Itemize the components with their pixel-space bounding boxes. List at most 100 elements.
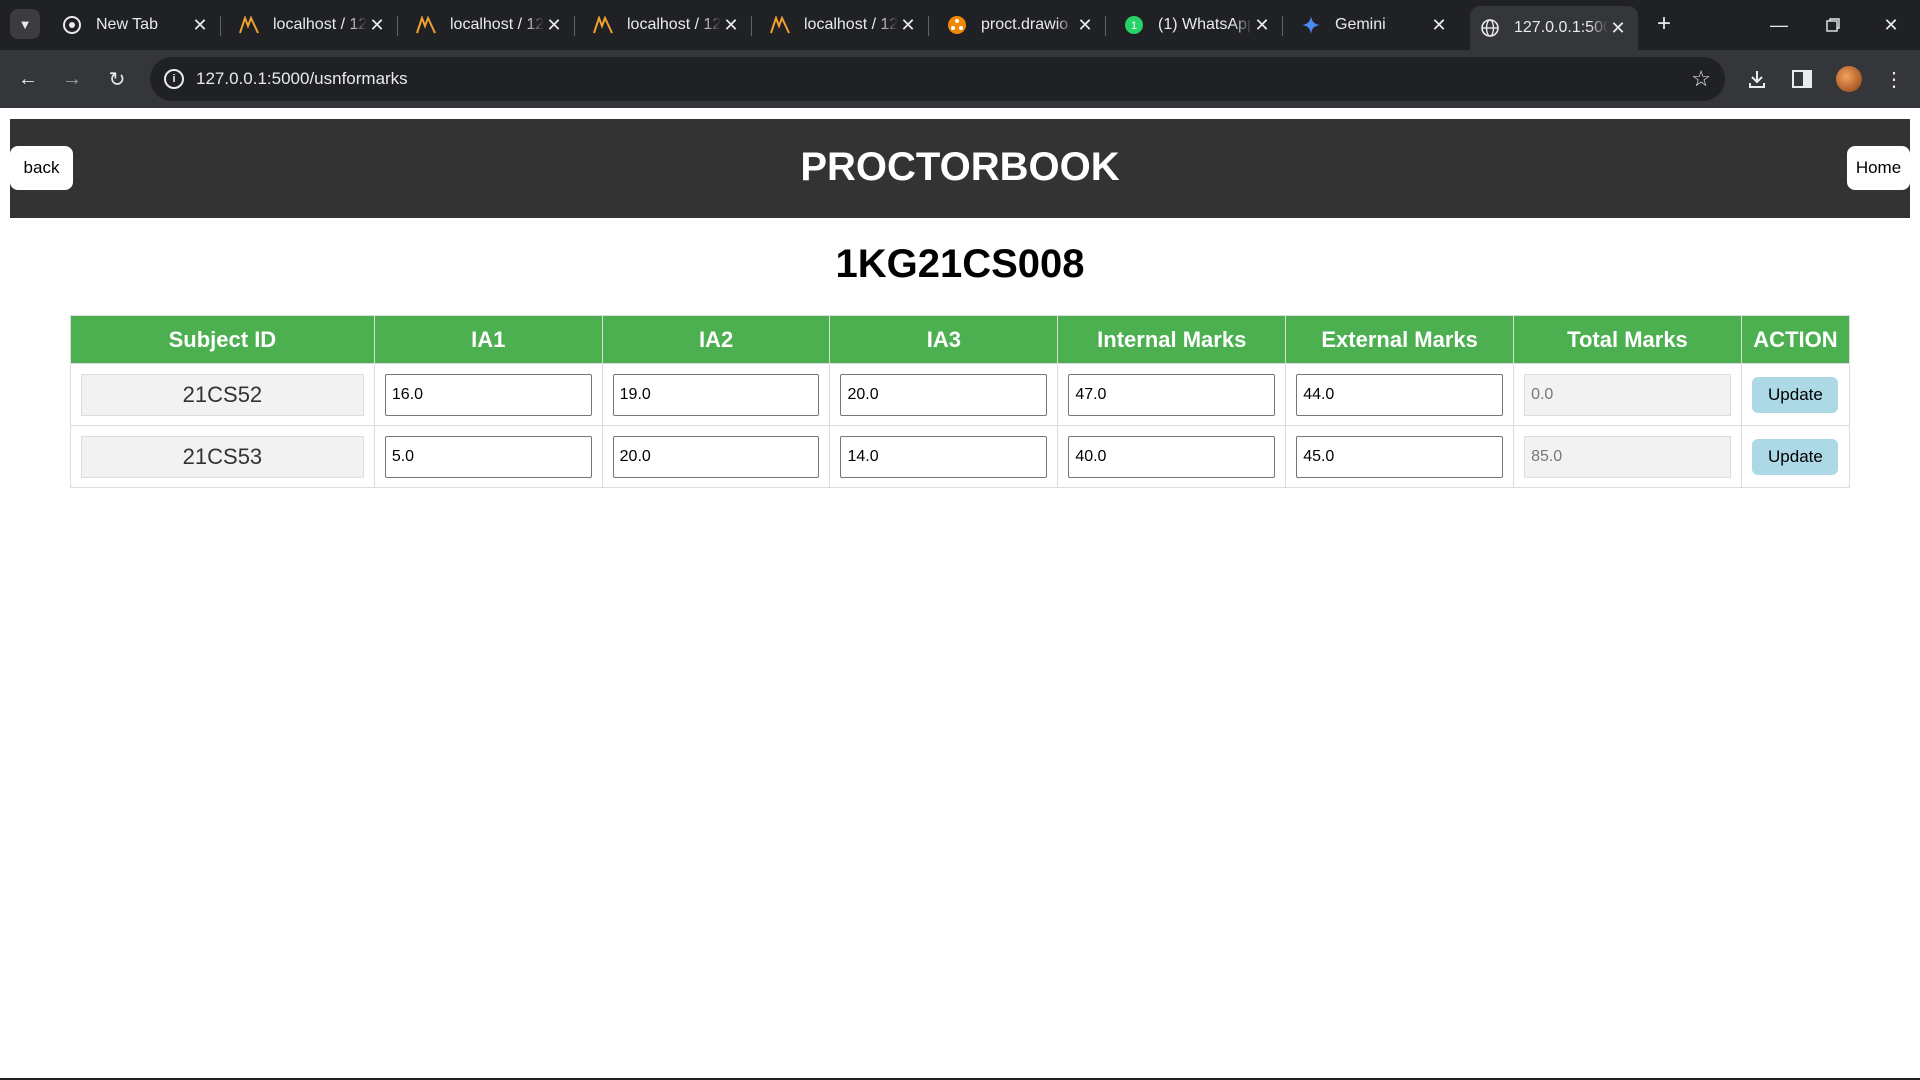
total-marks-field bbox=[1524, 435, 1731, 478]
close-tab-icon[interactable]: ✕ bbox=[1608, 18, 1628, 39]
update-button[interactable]: Update bbox=[1752, 438, 1839, 475]
tab-strip: ▼ New Tab ✕ localhost / 12 ✕ localhost /… bbox=[0, 0, 1920, 50]
tab-drawio[interactable]: proct.drawio ✕ bbox=[937, 8, 1106, 42]
restore-icon[interactable] bbox=[1810, 8, 1856, 42]
cell-ia3 bbox=[829, 425, 1059, 488]
minimize-icon[interactable]: — bbox=[1756, 8, 1802, 42]
tab-gemini[interactable]: Gemini ✕ bbox=[1291, 8, 1459, 42]
tab-title: 127.0.0.1:5000 bbox=[1514, 19, 1608, 36]
cell-external bbox=[1285, 363, 1515, 426]
column-header-external-marks: External Marks bbox=[1285, 315, 1515, 364]
tab-title: localhost / 12 bbox=[450, 16, 544, 33]
chrome-icon bbox=[62, 15, 82, 35]
close-tab-icon[interactable]: ✕ bbox=[1429, 15, 1449, 36]
cell-total bbox=[1513, 363, 1742, 426]
tab-title: Gemini bbox=[1335, 16, 1386, 33]
tab-localhost-3[interactable]: localhost / 12 ✕ bbox=[583, 8, 752, 42]
tab-search-button[interactable]: ▼ bbox=[10, 9, 40, 39]
table-header-row: Subject ID IA1 IA2 IA3 Internal Marks Ex… bbox=[70, 315, 1851, 364]
browser-toolbar: ← → ↻ i 127.0.0.1:5000/usnformarks ☆ ⋮ bbox=[0, 50, 1920, 108]
external-marks-input[interactable] bbox=[1296, 435, 1504, 478]
cell-internal bbox=[1057, 363, 1287, 426]
cell-action: Update bbox=[1740, 425, 1851, 488]
cell-action: Update bbox=[1740, 363, 1851, 426]
subject-id-field: 21CS52 bbox=[81, 373, 364, 416]
close-tab-icon[interactable]: ✕ bbox=[190, 15, 210, 36]
close-tab-icon[interactable]: ✕ bbox=[1075, 15, 1095, 36]
svg-text:1: 1 bbox=[1131, 20, 1137, 32]
cell-ia2 bbox=[601, 363, 831, 426]
phpmyadmin-icon bbox=[593, 15, 613, 35]
side-panel-icon[interactable] bbox=[1788, 65, 1816, 93]
marks-table: Subject ID IA1 IA2 IA3 Internal Marks Ex… bbox=[70, 315, 1851, 488]
cell-ia3 bbox=[829, 363, 1059, 426]
tab-title: localhost / 12 bbox=[627, 16, 721, 33]
close-window-icon[interactable]: ✕ bbox=[1868, 8, 1914, 42]
column-header-total-marks: Total Marks bbox=[1513, 315, 1742, 364]
drawio-icon bbox=[947, 15, 967, 35]
phpmyadmin-icon bbox=[416, 15, 436, 35]
site-info-icon[interactable]: i bbox=[164, 69, 184, 89]
tab-title: localhost / 12 bbox=[273, 16, 367, 33]
cell-external bbox=[1285, 425, 1515, 488]
table-row: 21CS53 Update bbox=[70, 425, 1851, 488]
ia2-input[interactable] bbox=[612, 373, 820, 416]
profile-avatar[interactable] bbox=[1836, 66, 1862, 92]
close-tab-icon[interactable]: ✕ bbox=[544, 15, 564, 36]
close-tab-icon[interactable]: ✕ bbox=[898, 15, 918, 36]
tab-title: (1) WhatsApp bbox=[1158, 16, 1252, 33]
phpmyadmin-icon bbox=[770, 15, 790, 35]
tab-new-tab[interactable]: New Tab ✕ bbox=[52, 8, 221, 42]
cell-internal bbox=[1057, 425, 1287, 488]
address-bar[interactable]: i 127.0.0.1:5000/usnformarks ☆ bbox=[150, 57, 1725, 101]
column-header-internal-marks: Internal Marks bbox=[1057, 315, 1287, 364]
tab-active-app[interactable]: 127.0.0.1:5000 ✕ bbox=[1470, 6, 1638, 50]
tab-localhost-4[interactable]: localhost / 12 ✕ bbox=[760, 8, 929, 42]
external-marks-input[interactable] bbox=[1296, 373, 1504, 416]
close-tab-icon[interactable]: ✕ bbox=[1252, 15, 1272, 36]
cell-ia2 bbox=[601, 425, 831, 488]
total-marks-field bbox=[1524, 373, 1731, 416]
close-tab-icon[interactable]: ✕ bbox=[721, 15, 741, 36]
student-usn-heading: 1KG21CS008 bbox=[835, 242, 1085, 286]
ia3-input[interactable] bbox=[840, 435, 1048, 478]
back-arrow-icon[interactable]: ← bbox=[14, 65, 42, 93]
cell-ia1 bbox=[373, 363, 603, 426]
column-header-subject-id: Subject ID bbox=[70, 315, 375, 364]
home-button[interactable]: Home bbox=[1847, 146, 1910, 190]
gemini-icon bbox=[1301, 15, 1321, 35]
tab-title: proct.drawio bbox=[981, 16, 1069, 33]
internal-marks-input[interactable] bbox=[1068, 435, 1276, 478]
ia1-input[interactable] bbox=[384, 373, 592, 416]
tab-title: New Tab bbox=[96, 16, 158, 33]
more-menu-icon[interactable]: ⋮ bbox=[1880, 65, 1908, 93]
update-button[interactable]: Update bbox=[1752, 376, 1839, 413]
tab-whatsapp[interactable]: 1 (1) WhatsApp ✕ bbox=[1114, 8, 1283, 42]
forward-arrow-icon[interactable]: → bbox=[58, 65, 86, 93]
page-title: PROCTORBOOK bbox=[800, 145, 1120, 189]
column-header-action: ACTION bbox=[1740, 315, 1851, 364]
column-header-ia2: IA2 bbox=[601, 315, 831, 364]
cell-subject-id: 21CS52 bbox=[70, 363, 375, 426]
back-button[interactable]: back bbox=[10, 146, 73, 190]
ia1-input[interactable] bbox=[384, 435, 592, 478]
ia2-input[interactable] bbox=[612, 435, 820, 478]
close-tab-icon[interactable]: ✕ bbox=[367, 15, 387, 36]
cell-subject-id: 21CS53 bbox=[70, 425, 375, 488]
new-tab-plus-icon[interactable]: + bbox=[1650, 10, 1678, 38]
tab-localhost-2[interactable]: localhost / 12 ✕ bbox=[406, 8, 575, 42]
bookmark-star-icon[interactable]: ☆ bbox=[1691, 66, 1711, 92]
cell-total bbox=[1513, 425, 1742, 488]
phpmyadmin-icon bbox=[239, 15, 259, 35]
tab-title: localhost / 12 bbox=[804, 16, 898, 33]
tab-localhost-1[interactable]: localhost / 12 ✕ bbox=[229, 8, 398, 42]
internal-marks-input[interactable] bbox=[1068, 373, 1276, 416]
chevron-down-icon: ▼ bbox=[18, 16, 32, 32]
reload-icon[interactable]: ↻ bbox=[103, 65, 131, 93]
download-icon[interactable] bbox=[1743, 65, 1771, 93]
ia3-input[interactable] bbox=[840, 373, 1048, 416]
url-text[interactable]: 127.0.0.1:5000/usnformarks bbox=[196, 69, 408, 89]
column-header-ia3: IA3 bbox=[829, 315, 1059, 364]
cell-ia1 bbox=[373, 425, 603, 488]
whatsapp-icon: 1 bbox=[1124, 15, 1144, 35]
